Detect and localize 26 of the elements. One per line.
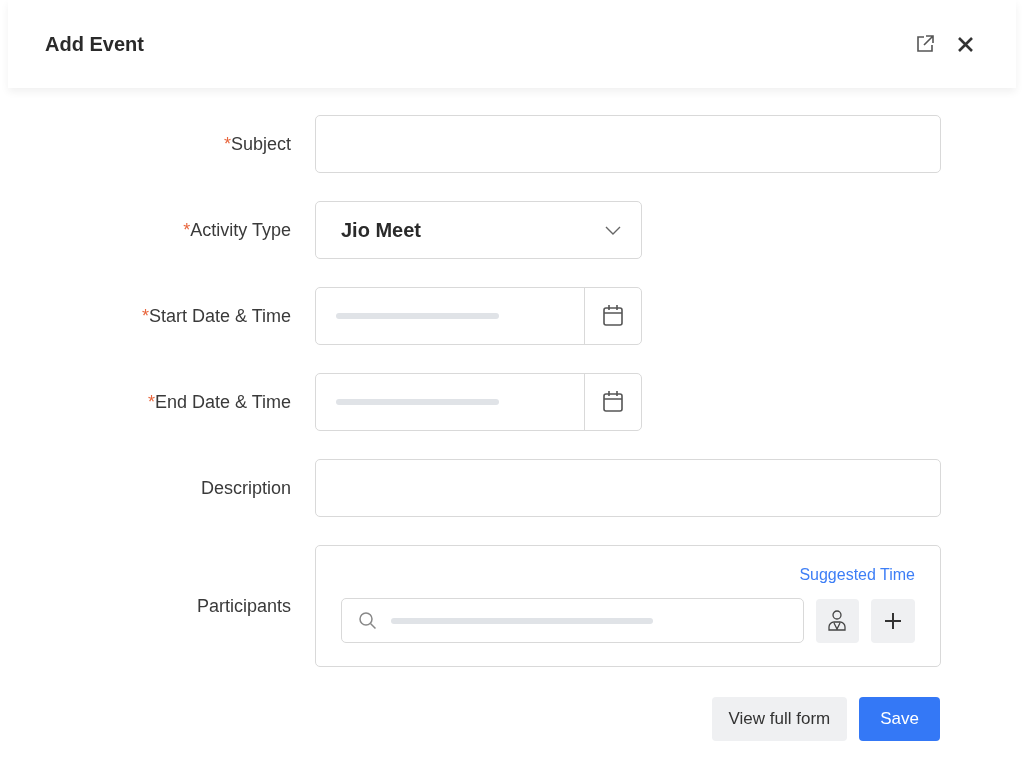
text-field[interactable] bbox=[315, 115, 941, 173]
field-label: Description bbox=[200, 477, 291, 498]
add-button[interactable] bbox=[871, 598, 915, 643]
field-label: Participants bbox=[196, 595, 291, 616]
dropdown-field[interactable]: Jio Meet bbox=[315, 201, 642, 259]
field-label: *End Date & Time bbox=[147, 391, 291, 412]
field-label: *Start Date & Time bbox=[141, 305, 291, 326]
calendar-icon[interactable] bbox=[602, 304, 624, 328]
date-time-field[interactable] bbox=[315, 373, 642, 431]
save-button[interactable]: Save bbox=[859, 697, 940, 741]
view-full-form-button[interactable]: View full form bbox=[711, 697, 848, 741]
search-icon bbox=[358, 611, 377, 630]
contact-button[interactable] bbox=[815, 598, 860, 643]
plus-icon bbox=[884, 611, 903, 630]
suggested-time-link[interactable]: Suggested Time bbox=[799, 563, 915, 587]
open-external-icon[interactable] bbox=[915, 34, 935, 54]
dialog-title: Add Event bbox=[45, 32, 144, 57]
date-time-field[interactable] bbox=[315, 287, 642, 345]
chevron-down-icon bbox=[605, 225, 621, 235]
close-icon[interactable] bbox=[957, 35, 974, 53]
person-icon bbox=[827, 609, 848, 632]
text-field[interactable] bbox=[315, 459, 941, 517]
field-label: *Subject bbox=[223, 133, 291, 154]
calendar-icon[interactable] bbox=[602, 390, 624, 414]
field-label: *Activity Type bbox=[183, 219, 291, 240]
search-field[interactable] bbox=[341, 598, 804, 643]
